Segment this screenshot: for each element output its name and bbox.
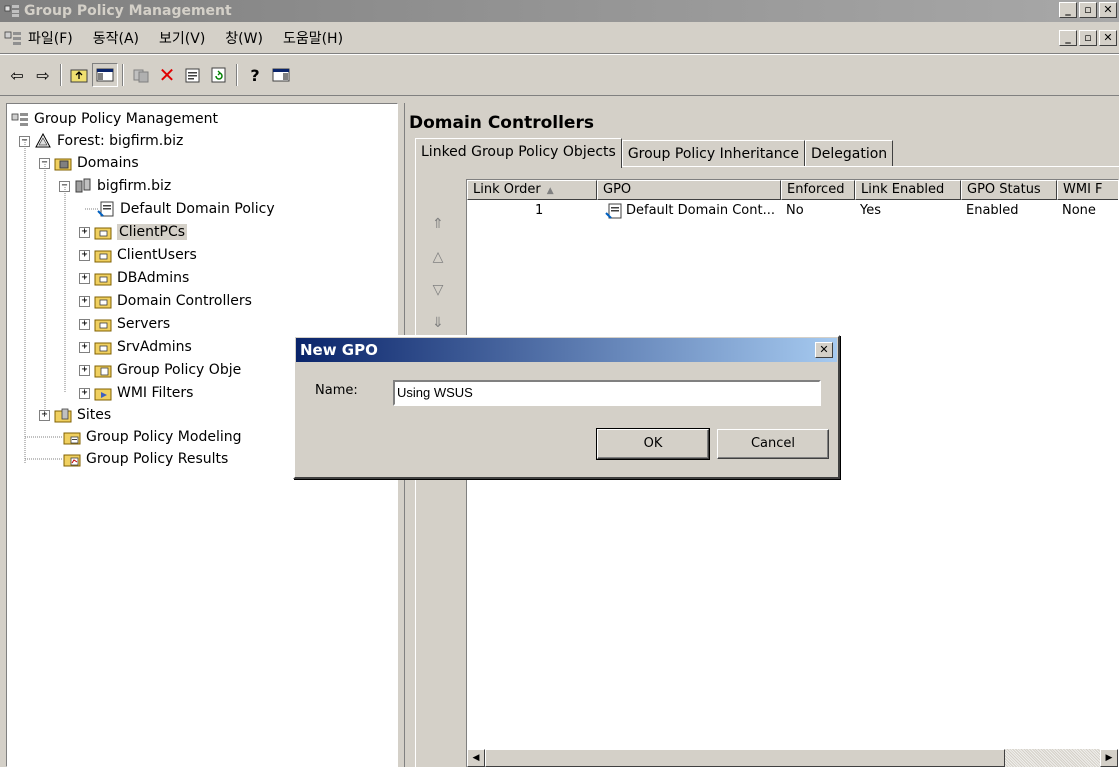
toolbar-separator [236, 64, 238, 86]
tab-delegation[interactable]: Delegation [805, 140, 894, 166]
close-button[interactable]: ✕ [1099, 2, 1117, 18]
scroll-right-icon[interactable]: ▶ [1100, 749, 1118, 767]
refresh-icon[interactable] [206, 63, 232, 87]
dialog-title: New GPO [300, 341, 378, 359]
cell-enforced: No [786, 203, 804, 218]
details-title: Domain Controllers [409, 113, 594, 133]
window-title: Group Policy Management [24, 3, 232, 19]
maximize-button[interactable]: ▫ [1079, 2, 1097, 18]
child-minimize-button[interactable]: _ [1059, 30, 1077, 46]
gpo-link-icon [605, 203, 622, 219]
forward-icon[interactable]: ⇨ [30, 63, 56, 87]
table-row[interactable]: 1 Default Domain Cont... No Yes Enabled … [467, 201, 1118, 221]
menu-file[interactable]: 파일(F) [28, 28, 73, 48]
dialog-close-button[interactable]: ✕ [815, 342, 833, 358]
toolbar-separator [122, 64, 124, 86]
up-folder-icon[interactable] [66, 63, 92, 87]
delete-icon[interactable]: ✕ [154, 63, 180, 87]
col-gpo-status[interactable]: GPO Status [961, 180, 1057, 200]
gpo-name: Default Domain Cont... [626, 203, 775, 218]
move-to-top-icon[interactable]: ⇑ [420, 207, 456, 240]
cell-link-order: 1 [535, 203, 544, 218]
col-enforced[interactable]: Enforced [781, 180, 855, 200]
toolbar: ⇦ ⇨ ✕ ? [0, 54, 1119, 96]
properties-icon[interactable] [180, 63, 206, 87]
tab-linked-gpos[interactable]: Linked Group Policy Objects [415, 138, 622, 168]
col-wmi-filter[interactable]: WMI F [1057, 180, 1118, 200]
menu-help[interactable]: 도움말(H) [283, 28, 343, 48]
list-header: Link Order ▲ GPO Enforced Link Enabled GP… [467, 180, 1118, 200]
horizontal-scrollbar[interactable]: ◀ ▶ [467, 749, 1118, 767]
col-gpo[interactable]: GPO [597, 180, 781, 200]
scroll-left-icon[interactable]: ◀ [467, 749, 485, 767]
toolbar-separator [60, 64, 62, 86]
child-close-button[interactable]: ✕ [1099, 30, 1117, 46]
menu-action[interactable]: 동작(A) [93, 28, 139, 48]
copy-icon[interactable] [128, 63, 154, 87]
show-hide-tree-icon[interactable] [92, 63, 118, 87]
link-order-buttons: ⇑ △ ▽ ⇓ [420, 207, 456, 339]
cell-wmi-filter: None [1062, 203, 1096, 218]
col-link-enabled[interactable]: Link Enabled [855, 180, 961, 200]
minimize-button[interactable]: _ [1059, 2, 1077, 18]
gpo-name-input[interactable]: Using WSUS [393, 380, 821, 406]
cancel-button[interactable]: Cancel [717, 429, 829, 459]
name-label: Name: [315, 383, 358, 398]
scroll-thumb[interactable] [485, 749, 1005, 767]
move-down-icon[interactable]: ▽ [420, 273, 456, 306]
window-title-bar[interactable]: Group Policy Management _ ▫ ✕ [0, 0, 1119, 22]
show-action-pane-icon[interactable] [268, 63, 294, 87]
gpmc-app-icon [4, 5, 19, 17]
move-up-icon[interactable]: △ [420, 240, 456, 273]
cell-gpo: Default Domain Cont... [597, 201, 781, 221]
document-icon[interactable] [4, 30, 22, 46]
child-restore-button[interactable]: ▫ [1079, 30, 1097, 46]
dialog-title-bar[interactable]: New GPO ✕ [296, 338, 837, 362]
cell-gpo-status: Enabled [966, 203, 1019, 218]
col-link-order[interactable]: Link Order ▲ [467, 180, 597, 200]
sort-asc-icon: ▲ [546, 186, 554, 196]
help-icon[interactable]: ? [242, 63, 268, 87]
ok-button[interactable]: OK [596, 428, 710, 460]
cell-link-enabled: Yes [860, 203, 881, 218]
new-gpo-dialog: New GPO ✕ Name: Using WSUS OK Cancel [293, 335, 840, 479]
menu-view[interactable]: 보기(V) [159, 28, 205, 48]
back-icon[interactable]: ⇦ [4, 63, 30, 87]
menu-bar: 파일(F) 동작(A) 보기(V) 창(W) 도움말(H) _ ▫ ✕ [0, 22, 1119, 54]
menu-window[interactable]: 창(W) [225, 28, 263, 48]
tab-gp-inheritance[interactable]: Group Policy Inheritance [621, 140, 805, 166]
